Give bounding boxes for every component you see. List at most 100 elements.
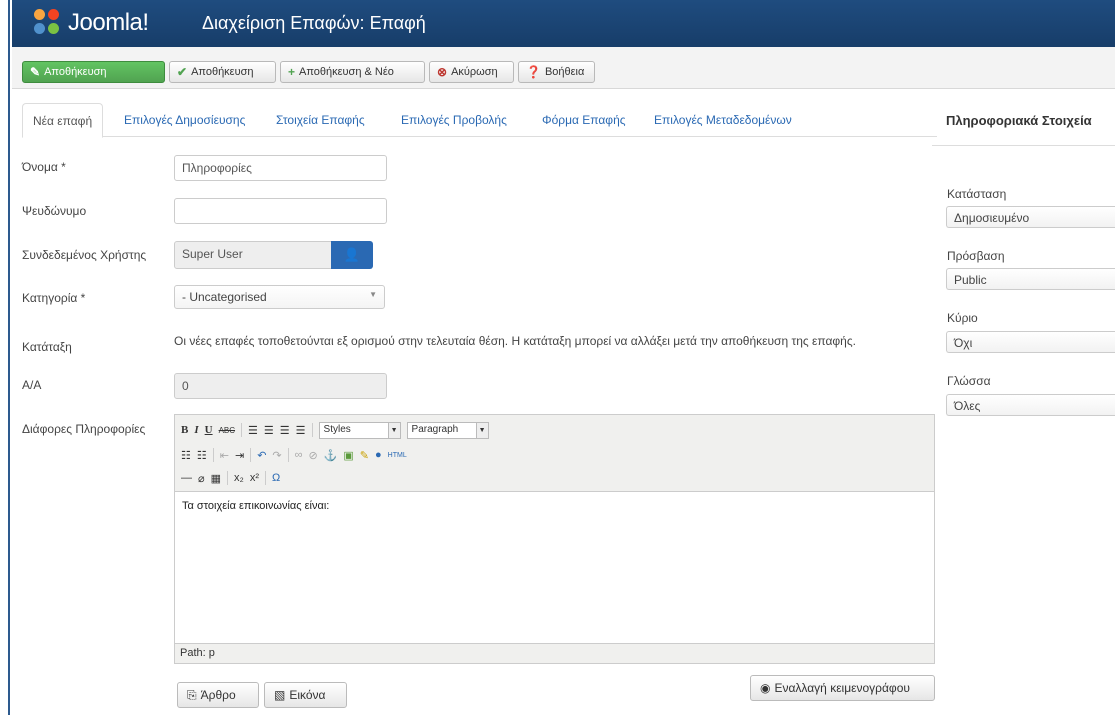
featured-select[interactable]: Όχι bbox=[946, 331, 1115, 353]
tab-publishing[interactable]: Επιλογές Δημοσίευσης bbox=[114, 103, 255, 137]
toolbar: ✎ Αποθήκευση ✔ Αποθήκευση + Αποθήκευση &… bbox=[12, 47, 1115, 89]
select-user-button[interactable]: 👤 bbox=[331, 241, 373, 269]
italic-icon[interactable]: I bbox=[194, 424, 198, 436]
rich-text-editor: B I U ABC ☰ ☰ ☰ ☰ Styles ▼ Paragraph ▼ ☷ ☷… bbox=[174, 414, 935, 664]
category-select[interactable]: - Uncategorised ▼ bbox=[174, 285, 385, 309]
editor-toolbar-row-3: — ⌀ ▦ x₂ x² Ω bbox=[181, 468, 280, 488]
category-value: - Uncategorised bbox=[182, 290, 267, 304]
superscript-icon[interactable]: x² bbox=[250, 472, 259, 484]
alias-field[interactable] bbox=[174, 198, 387, 224]
styles-select[interactable]: Styles ▼ bbox=[318, 421, 401, 439]
featured-label: Κύριο bbox=[947, 311, 978, 325]
tab-bar: Νέα επαφή Επιλογές Δημοσίευσης Στοιχεία … bbox=[22, 103, 937, 138]
toolbar-divider bbox=[227, 471, 229, 485]
align-justify-icon[interactable]: ☰ bbox=[296, 424, 306, 437]
ordering-text: Οι νέες επαφές τοποθετούνται εξ ορισμού … bbox=[174, 334, 856, 348]
sidebar-divider bbox=[932, 145, 1115, 146]
cancel-label: Ακύρωση bbox=[451, 66, 498, 78]
editor-path: Path: p bbox=[175, 643, 934, 663]
toolbar-divider bbox=[287, 448, 289, 462]
alias-label: Ψευδώνυμο bbox=[22, 204, 87, 218]
page-title: Διαχείριση Επαφών: Επαφή bbox=[202, 13, 426, 33]
numbered-list-icon[interactable]: ☷ bbox=[197, 449, 207, 462]
save-button[interactable]: ✔ Αποθήκευση bbox=[169, 61, 276, 83]
save-new-button[interactable]: + Αποθήκευση & Νέο bbox=[280, 61, 425, 83]
tab-new-contact[interactable]: Νέα επαφή bbox=[22, 103, 104, 138]
tab-display-options[interactable]: Επιλογές Προβολής bbox=[391, 103, 517, 137]
eye-icon: ◉ bbox=[760, 681, 771, 695]
toolbar-divider bbox=[241, 423, 243, 437]
paragraph-select[interactable]: Paragraph ▼ bbox=[406, 421, 489, 439]
window-left-edge bbox=[0, 0, 10, 715]
strikethrough-icon[interactable]: ABC bbox=[219, 426, 235, 435]
paragraph-value: Paragraph bbox=[411, 423, 459, 435]
editor-content[interactable]: Τα στοιχεία επικοινωνίας είναι: bbox=[175, 492, 934, 642]
image-button[interactable]: ▧ Εικόνα bbox=[264, 682, 347, 708]
access-select[interactable]: Public bbox=[946, 268, 1115, 290]
tab-contact-details[interactable]: Στοιχεία Επαφής bbox=[266, 103, 375, 137]
name-field[interactable]: Πληροφορίες bbox=[174, 155, 387, 181]
id-label: Α/Α bbox=[22, 378, 42, 392]
status-select[interactable]: Δημοσιευμένο bbox=[946, 206, 1115, 228]
cleanup-icon[interactable]: ✎ bbox=[360, 449, 369, 462]
question-icon: ❓ bbox=[526, 65, 541, 79]
editor-toolbar: B I U ABC ☰ ☰ ☰ ☰ Styles ▼ Paragraph ▼ ☷ ☷… bbox=[175, 415, 934, 492]
link-icon[interactable]: ∞ bbox=[295, 449, 303, 461]
language-label: Γλώσσα bbox=[947, 374, 991, 388]
joomla-logo[interactable]: Joomla! bbox=[34, 8, 149, 38]
editor-toolbar-row-1: B I U ABC ☰ ☰ ☰ ☰ Styles ▼ Paragraph ▼ bbox=[181, 420, 489, 440]
redo-icon[interactable]: ↷ bbox=[272, 449, 281, 462]
special-char-icon[interactable]: Ω bbox=[272, 472, 280, 484]
misc-label: Διάφορες Πληροφορίες bbox=[22, 422, 146, 436]
outdent-icon[interactable]: ⇤ bbox=[220, 449, 229, 462]
chevron-down-icon: ▼ bbox=[475, 422, 488, 438]
bold-icon[interactable]: B bbox=[181, 424, 188, 436]
horizontal-rule-icon[interactable]: — bbox=[181, 472, 192, 484]
indent-icon[interactable]: ⇥ bbox=[235, 449, 244, 462]
logo-text: Joomla! bbox=[68, 9, 149, 36]
align-left-icon[interactable]: ☰ bbox=[248, 424, 258, 437]
remove-format-icon[interactable]: ⌀ bbox=[198, 472, 205, 485]
anchor-icon[interactable]: ⚓ bbox=[324, 449, 338, 462]
linked-user-field: Super User bbox=[174, 241, 332, 269]
align-center-icon[interactable]: ☰ bbox=[264, 424, 274, 437]
toolbar-divider bbox=[264, 471, 266, 485]
status-label: Κατάσταση bbox=[947, 187, 1007, 201]
align-right-icon[interactable]: ☰ bbox=[280, 424, 290, 437]
image-icon[interactable]: ▣ bbox=[343, 449, 353, 462]
bullet-list-icon[interactable]: ☷ bbox=[181, 449, 191, 462]
toolbar-divider bbox=[250, 448, 252, 462]
cancel-button[interactable]: ⊗ Ακύρωση bbox=[429, 61, 514, 83]
linked-user-label: Συνδεδεμένος Χρήστης bbox=[22, 248, 147, 262]
toggle-editor-label: Εναλλαγή κειμενογράφου bbox=[774, 681, 910, 695]
language-select[interactable]: Όλες bbox=[946, 394, 1115, 416]
article-button[interactable]: ⎘ Άρθρο bbox=[177, 682, 259, 708]
toggle-editor-button[interactable]: ◉ Εναλλαγή κειμενογράφου bbox=[750, 675, 935, 701]
toolbar-divider bbox=[212, 448, 214, 462]
user-icon: 👤 bbox=[343, 247, 361, 262]
subscript-icon[interactable]: x₂ bbox=[234, 472, 244, 484]
tab-metadata[interactable]: Επιλογές Μεταδεδομένων bbox=[644, 103, 802, 137]
article-icon: ⎘ bbox=[187, 687, 197, 702]
plus-icon: + bbox=[288, 65, 296, 79]
editor-toolbar-row-2: ☷ ☷ ⇤ ⇥ ↶ ↷ ∞ ⊘ ⚓ ▣ ✎ ● HTML bbox=[181, 445, 407, 465]
image-label: Εικόνα bbox=[289, 688, 326, 702]
underline-icon[interactable]: U bbox=[205, 424, 213, 436]
admin-header: Joomla! Διαχείριση Επαφών: Επαφή bbox=[12, 0, 1115, 47]
access-label: Πρόσβαση bbox=[947, 249, 1005, 263]
save-close-button[interactable]: ✎ Αποθήκευση bbox=[22, 61, 165, 83]
tab-contact-form[interactable]: Φόρμα Επαφής bbox=[532, 103, 636, 137]
article-label: Άρθρο bbox=[200, 688, 236, 702]
help-label: Βοήθεια bbox=[544, 66, 585, 78]
chevron-down-icon: ▼ bbox=[369, 290, 377, 299]
html-icon[interactable]: HTML bbox=[388, 452, 407, 459]
ordering-label: Κατάταξη bbox=[22, 340, 72, 354]
chevron-down-icon: ▼ bbox=[387, 422, 400, 438]
help-button[interactable]: ❓ Βοήθεια bbox=[518, 61, 595, 83]
undo-icon[interactable]: ↶ bbox=[257, 449, 266, 462]
save-label: Αποθήκευση bbox=[191, 66, 254, 78]
help-icon[interactable]: ● bbox=[375, 449, 382, 461]
save-new-label: Αποθήκευση & Νέο bbox=[299, 66, 394, 78]
visual-aid-icon[interactable]: ▦ bbox=[211, 472, 221, 485]
unlink-icon[interactable]: ⊘ bbox=[308, 449, 317, 462]
